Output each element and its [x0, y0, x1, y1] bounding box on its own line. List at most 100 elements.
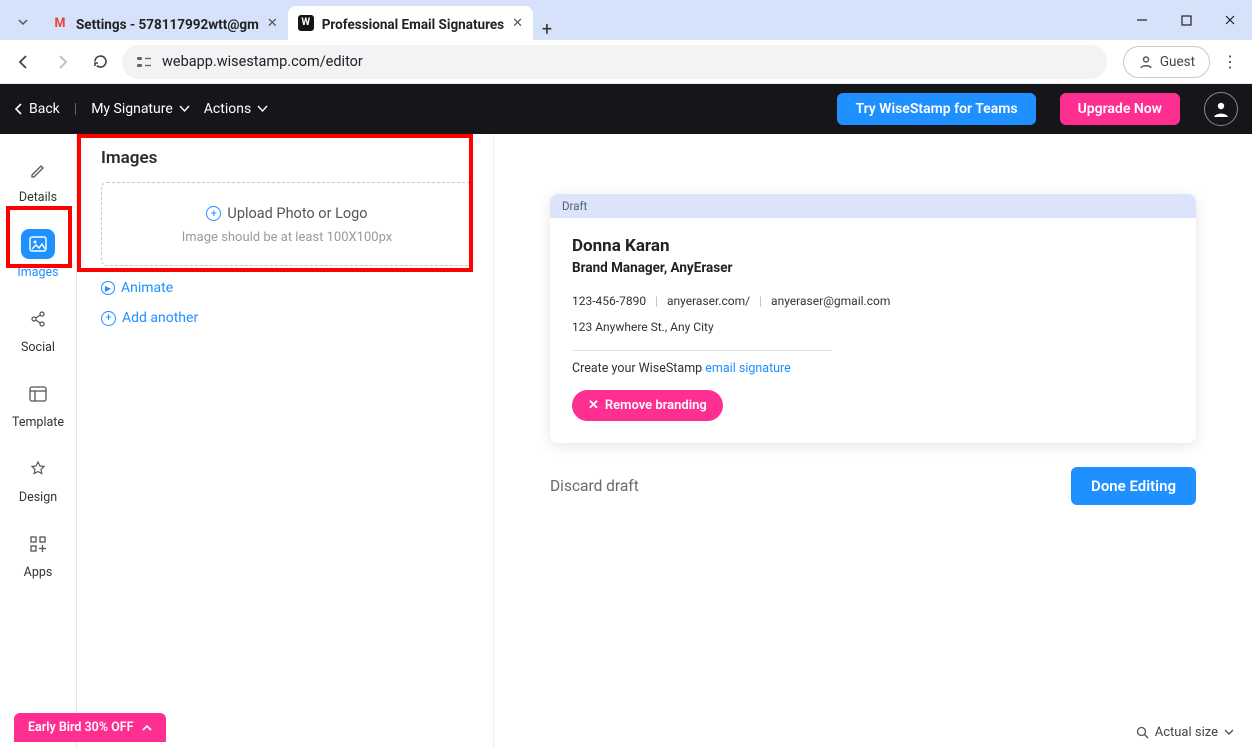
animate-link[interactable]: ▶ Animate [101, 280, 473, 296]
rail-item-images[interactable]: Images [8, 223, 68, 290]
back-link[interactable]: Back [14, 101, 60, 117]
tab-title: Settings - 578117992wtt@gm [76, 17, 259, 33]
person-icon [1211, 99, 1231, 119]
back-button[interactable] [8, 46, 40, 78]
divider [572, 350, 832, 351]
upload-box[interactable]: + Upload Photo or Logo Image should be a… [101, 182, 473, 266]
side-rail: Details Images Social Template Design Ap… [0, 134, 77, 748]
phone: 123-456-7890 [572, 294, 646, 308]
add-another-label: Add another [122, 310, 198, 326]
upload-main-text: Upload Photo or Logo [227, 205, 367, 222]
close-icon: ✕ [588, 398, 599, 413]
profile-chip[interactable]: Guest [1123, 46, 1210, 78]
plus-circle-icon: + [101, 311, 116, 326]
preview-area: Draft Donna Karan Brand Manager, AnyEras… [493, 134, 1252, 748]
back-label: Back [29, 101, 60, 117]
remove-branding-button[interactable]: ✕ Remove branding [572, 390, 723, 421]
url-text: webapp.wisestamp.com/editor [162, 53, 363, 70]
rail-label: Details [19, 190, 57, 205]
share-icon [21, 304, 55, 334]
email: anyeraser@gmail.com [771, 294, 890, 308]
teams-button[interactable]: Try WiseStamp for Teams [837, 93, 1035, 125]
apps-icon [21, 529, 55, 559]
signature-label: My Signature [91, 101, 173, 117]
site-settings-icon [136, 55, 152, 69]
browser-tab-inactive[interactable]: M Settings - 578117992wtt@gm ✕ [42, 6, 288, 40]
rail-label: Design [19, 490, 57, 505]
template-icon [21, 379, 55, 409]
tab-search-button[interactable] [4, 4, 42, 40]
plus-circle-icon: + [206, 206, 221, 221]
tab-title: Professional Email Signatures [322, 17, 504, 33]
person-icon [1138, 54, 1154, 70]
rail-item-details[interactable]: Details [8, 148, 68, 215]
address-bar[interactable]: webapp.wisestamp.com/editor [122, 45, 1107, 79]
signature-name: Donna Karan [572, 236, 1174, 256]
images-panel: Images + Upload Photo or Logo Image shou… [77, 134, 493, 748]
rail-item-social[interactable]: Social [8, 298, 68, 365]
address: 123 Anywhere St., Any City [572, 320, 1174, 334]
branding-line: Create your WiseStamp email signature [572, 361, 1174, 376]
actions-label: Actions [204, 101, 251, 117]
preview-footer: Discard draft Done Editing [550, 467, 1196, 505]
browser-menu-button[interactable]: ⋮ [1216, 52, 1244, 71]
early-bird-offer[interactable]: Early Bird 30% OFF [14, 713, 166, 742]
close-window-button[interactable] [1208, 0, 1252, 40]
add-another-link[interactable]: + Add another [101, 310, 473, 326]
window-controls [1120, 0, 1252, 40]
rail-label: Apps [24, 565, 53, 580]
branding-link[interactable]: email signature [705, 361, 791, 376]
rail-item-design[interactable]: Design [8, 448, 68, 515]
branding-pre: Create your WiseStamp [572, 361, 705, 376]
wisestamp-icon: W [298, 15, 314, 31]
image-icon [21, 229, 55, 259]
separator: | [74, 101, 77, 117]
rail-label: Images [17, 265, 58, 280]
magnify-icon [1136, 726, 1149, 739]
signature-card: Draft Donna Karan Brand Manager, AnyEras… [550, 194, 1196, 443]
chevron-down-icon [1224, 729, 1234, 736]
chevron-left-icon [14, 103, 23, 115]
chevron-down-icon [179, 105, 190, 113]
close-icon[interactable]: ✕ [267, 16, 278, 31]
rail-item-apps[interactable]: Apps [8, 523, 68, 590]
rail-label: Social [21, 340, 55, 355]
zoom-label: Actual size [1155, 725, 1218, 740]
upload-sub-text: Image should be at least 100X100px [112, 230, 462, 245]
animate-label: Animate [121, 280, 173, 296]
avatar[interactable] [1204, 92, 1238, 126]
draft-label: Draft [550, 194, 1196, 218]
chevron-down-icon [257, 105, 268, 113]
browser-tab-strip: M Settings - 578117992wtt@gm ✕ W Profess… [0, 0, 1252, 40]
done-editing-button[interactable]: Done Editing [1071, 467, 1196, 505]
website: anyeraser.com/ [667, 294, 750, 308]
panel-heading: Images [101, 148, 473, 168]
offer-label: Early Bird 30% OFF [28, 720, 134, 735]
signature-dropdown[interactable]: My Signature [91, 101, 190, 117]
remove-branding-label: Remove branding [605, 398, 707, 413]
browser-toolbar: webapp.wisestamp.com/editor Guest ⋮ [0, 40, 1252, 84]
chevron-up-icon [142, 724, 152, 731]
rail-label: Template [12, 415, 64, 430]
gmail-icon: M [52, 15, 68, 31]
rail-item-template[interactable]: Template [8, 373, 68, 440]
close-icon[interactable]: ✕ [512, 16, 523, 31]
browser-tab-active[interactable]: W Professional Email Signatures ✕ [288, 6, 533, 40]
contact-line: 123-456-7890 | anyeraser.com/ | anyerase… [572, 294, 1174, 308]
main-area: Details Images Social Template Design Ap… [0, 134, 1252, 748]
actions-dropdown[interactable]: Actions [204, 101, 268, 117]
upgrade-button[interactable]: Upgrade Now [1060, 93, 1180, 125]
app-bar: Back | My Signature Actions Try WiseStam… [0, 84, 1252, 134]
minimize-button[interactable] [1120, 0, 1164, 40]
signature-title: Brand Manager, AnyEraser [572, 260, 1174, 276]
design-icon [21, 454, 55, 484]
forward-button[interactable] [46, 46, 78, 78]
reload-button[interactable] [84, 46, 116, 78]
guest-label: Guest [1160, 54, 1195, 70]
discard-draft-link[interactable]: Discard draft [550, 477, 639, 495]
maximize-button[interactable] [1164, 0, 1208, 40]
zoom-control[interactable]: Actual size [1136, 725, 1234, 740]
new-tab-button[interactable]: + [533, 19, 561, 40]
play-circle-icon: ▶ [101, 281, 115, 295]
pencil-icon [21, 154, 55, 184]
